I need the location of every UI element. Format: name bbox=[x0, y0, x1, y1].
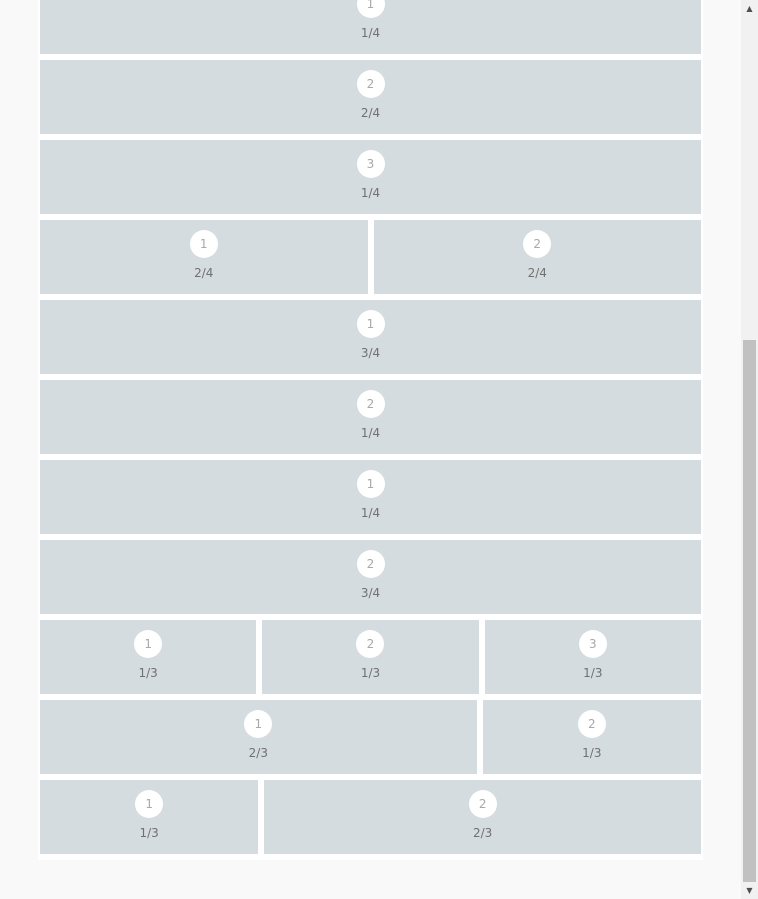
cell-fraction-label: 1/3 bbox=[360, 666, 381, 680]
cell-number-badge: 3 bbox=[356, 150, 385, 178]
cell-number-badge: 2 bbox=[356, 630, 385, 658]
cell-number-badge: 2 bbox=[356, 70, 385, 98]
grid-cell: 3 1/4 bbox=[40, 140, 701, 214]
cell-fraction-label: 2/4 bbox=[360, 106, 381, 120]
grid-cell: 2 1/3 bbox=[262, 620, 479, 694]
scroll-up-arrow[interactable]: ▲ bbox=[741, 0, 758, 17]
cell-fraction-label: 2/4 bbox=[194, 266, 214, 280]
cell-fraction-label: 1/4 bbox=[360, 426, 381, 440]
grid-cell: 2 2/4 bbox=[373, 220, 701, 294]
cell-number-badge: 2 bbox=[523, 230, 552, 258]
grid-cell: 2 2/3 bbox=[264, 780, 701, 854]
grid-row: 2 3/4 bbox=[40, 540, 701, 614]
cell-fraction-label: 1/3 bbox=[138, 666, 158, 680]
scroll-down-arrow[interactable]: ▼ bbox=[741, 882, 758, 899]
grid-cell: 2 3/4 bbox=[40, 540, 701, 614]
grid-row: 1 1/4 bbox=[40, 0, 701, 54]
grid-cell: 1 2/4 bbox=[40, 220, 368, 294]
cell-number-badge: 1 bbox=[356, 470, 385, 498]
cell-fraction-label: 1/4 bbox=[360, 506, 381, 520]
cell-number-badge: 2 bbox=[356, 390, 385, 418]
cell-number-badge: 1 bbox=[356, 0, 385, 18]
grid-layout: 1 1/4 2 2/4 3 1/4 1 2/4 2 2/4 1 3/4 2 1/4 1 1/4 2 3/4 1 1/3… bbox=[38, 0, 703, 860]
cell-fraction-label: 2/3 bbox=[248, 746, 268, 760]
triangle-down-icon: ▼ bbox=[746, 886, 753, 895]
grid-row: 3 1/4 bbox=[40, 140, 701, 214]
grid-row: 1 3/4 bbox=[40, 300, 701, 374]
grid-cell: 1 3/4 bbox=[40, 300, 701, 374]
grid-cell: 1 2/3 bbox=[40, 700, 477, 774]
cell-number-badge: 1 bbox=[135, 790, 164, 818]
cell-fraction-label: 2/3 bbox=[473, 826, 493, 840]
cell-number-badge: 1 bbox=[134, 630, 163, 658]
triangle-up-icon: ▲ bbox=[746, 4, 753, 13]
cell-number-badge: 1 bbox=[244, 710, 273, 738]
grid-row: 1 1/3 2 2/3 bbox=[40, 780, 701, 854]
grid-cell: 1 1/3 bbox=[40, 620, 257, 694]
cell-fraction-label: 1/3 bbox=[582, 746, 602, 760]
cell-fraction-label: 1/4 bbox=[360, 186, 381, 200]
grid-row: 2 2/4 bbox=[40, 60, 701, 134]
grid-cell: 3 1/3 bbox=[484, 620, 701, 694]
cell-number-badge: 3 bbox=[578, 630, 607, 658]
cell-fraction-label: 1/3 bbox=[139, 826, 159, 840]
cell-fraction-label: 3/4 bbox=[360, 346, 381, 360]
cell-number-badge: 2 bbox=[356, 550, 385, 578]
grid-cell: 1 1/4 bbox=[40, 0, 701, 54]
cell-fraction-label: 1/4 bbox=[360, 26, 381, 40]
grid-row: 1 2/4 2 2/4 bbox=[40, 220, 701, 294]
cell-fraction-label: 2/4 bbox=[527, 266, 547, 280]
cell-fraction-label: 3/4 bbox=[360, 586, 381, 600]
grid-row: 1 2/3 2 1/3 bbox=[40, 700, 701, 774]
grid-cell: 1 1/3 bbox=[40, 780, 259, 854]
grid-row: 1 1/3 2 1/3 3 1/3 bbox=[40, 620, 701, 694]
page-viewport: 1 1/4 2 2/4 3 1/4 1 2/4 2 2/4 1 3/4 2 1/4 1 1/4 2 3/4 1 1/3… bbox=[0, 0, 741, 899]
cell-fraction-label: 1/3 bbox=[583, 666, 603, 680]
grid-cell: 2 1/4 bbox=[40, 380, 701, 454]
scroll-thumb[interactable] bbox=[743, 340, 756, 882]
cell-number-badge: 2 bbox=[577, 710, 606, 738]
grid-row: 2 1/4 bbox=[40, 380, 701, 454]
cell-number-badge: 1 bbox=[356, 310, 385, 338]
grid-cell: 2 2/4 bbox=[40, 60, 701, 134]
vertical-scrollbar[interactable]: ▲ ▼ bbox=[741, 0, 758, 899]
grid-cell: 2 1/3 bbox=[482, 700, 701, 774]
grid-row: 1 1/4 bbox=[40, 460, 701, 534]
cell-number-badge: 1 bbox=[189, 230, 218, 258]
cell-number-badge: 2 bbox=[468, 790, 497, 818]
grid-cell: 1 1/4 bbox=[40, 460, 701, 534]
